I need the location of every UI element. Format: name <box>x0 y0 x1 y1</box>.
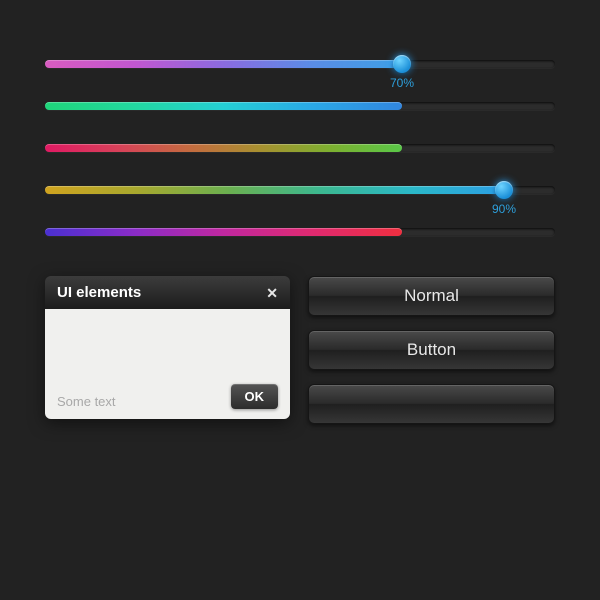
slider-5-fill <box>45 228 402 236</box>
slider-5[interactable] <box>45 228 555 236</box>
slider-1-fill <box>45 60 402 68</box>
slider-4[interactable]: 90% <box>45 186 555 194</box>
slider-1-label: 70% <box>390 76 414 90</box>
dialog-body: Some text OK <box>45 309 290 419</box>
slider-4-fill <box>45 186 504 194</box>
dialog: UI elements ✕ Some text OK <box>45 276 290 419</box>
slider-4-thumb[interactable] <box>495 181 513 199</box>
slider-2-fill <box>45 102 402 110</box>
empty-button[interactable] <box>308 384 555 424</box>
slider-3[interactable] <box>45 144 555 152</box>
normal-button[interactable]: Normal <box>308 276 555 316</box>
button-button[interactable]: Button <box>308 330 555 370</box>
dialog-header: UI elements ✕ <box>45 276 290 309</box>
dialog-title: UI elements <box>57 284 141 301</box>
bottom-row: UI elements ✕ Some text OK Normal Button <box>45 276 555 424</box>
slider-3-fill <box>45 144 402 152</box>
slider-4-label: 90% <box>492 202 516 216</box>
dialog-hint-text: Some text <box>57 394 116 409</box>
button-column: Normal Button <box>308 276 555 424</box>
slider-1-thumb[interactable] <box>393 55 411 73</box>
slider-1[interactable]: 70% <box>45 60 555 68</box>
close-icon[interactable]: ✕ <box>266 286 278 300</box>
slider-2[interactable] <box>45 102 555 110</box>
slider-group: 70% 90% <box>45 60 555 236</box>
ok-button[interactable]: OK <box>231 384 279 409</box>
